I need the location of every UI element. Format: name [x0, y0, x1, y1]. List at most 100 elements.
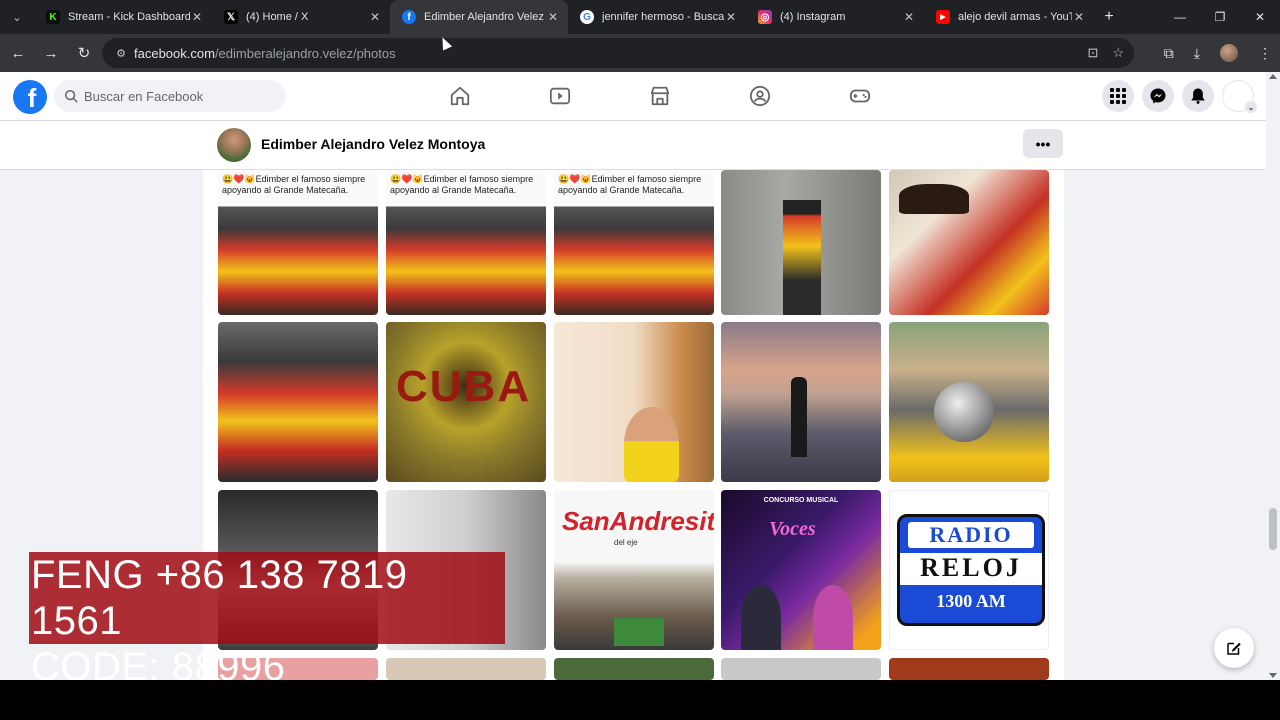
- close-icon[interactable]: ✕: [902, 10, 916, 24]
- photo-tile[interactable]: [889, 658, 1049, 680]
- watermark-overlay: FENG +86 138 7819 1561 CODE: 88996: [29, 552, 505, 689]
- tab-x[interactable]: 𝕏 (4) Home / X ✕: [212, 0, 390, 34]
- url-text[interactable]: facebook.com/edimberalejandro.velez/phot…: [134, 46, 396, 61]
- groups-icon: [749, 85, 771, 107]
- photo-tile[interactable]: 😃❤️😺Edimber el famoso siempre apoyando a…: [554, 170, 714, 315]
- browser-profile-avatar[interactable]: [1220, 44, 1238, 62]
- helmet-shape: [934, 382, 994, 442]
- photo-tile[interactable]: [721, 322, 881, 482]
- x-icon: 𝕏: [224, 10, 238, 24]
- singer-figure: [813, 585, 853, 650]
- photo-tile[interactable]: CONCURSO MUSICAL Voces: [721, 490, 881, 650]
- screen: ⌄ K Stream - Kick Dashboard ✕ 𝕏 (4) Home…: [0, 0, 1280, 720]
- marketplace-icon: [650, 86, 670, 106]
- scrollbar-thumb[interactable]: [1269, 508, 1277, 550]
- youtube-icon: ▶: [936, 10, 950, 24]
- photo-tile[interactable]: [721, 658, 881, 680]
- profile-sticky-header: Edimber Alejandro Velez Montoya •••: [0, 121, 1280, 170]
- google-icon: G: [580, 10, 594, 24]
- gaming-icon: [849, 89, 871, 103]
- site-info-icon[interactable]: ⚙: [108, 47, 134, 60]
- nav-groups[interactable]: [710, 72, 810, 120]
- url-host: facebook.com: [134, 45, 215, 61]
- photo-tile[interactable]: [889, 322, 1049, 482]
- photo-tile[interactable]: [721, 170, 881, 315]
- photo-tile[interactable]: RADIO RELOJ 1300 AM: [889, 490, 1049, 650]
- close-icon[interactable]: ✕: [368, 10, 382, 24]
- reload-icon[interactable]: ↻: [69, 38, 99, 68]
- nav-video[interactable]: [510, 72, 610, 120]
- tab-title: (4) Home / X: [246, 11, 309, 23]
- profile-name[interactable]: Edimber Alejandro Velez Montoya: [261, 136, 485, 152]
- scroll-up-arrow-icon[interactable]: [1269, 74, 1277, 79]
- video-icon: [549, 87, 571, 105]
- facebook-logo-icon[interactable]: f: [13, 80, 47, 114]
- address-bar[interactable]: ⚙ facebook.com/edimberalejandro.velez/ph…: [102, 38, 1134, 68]
- tab-youtube[interactable]: ▶ alejo devil armas - YouTub ✕: [924, 0, 1094, 34]
- radio-logo-frame: RADIO RELOJ 1300 AM: [897, 514, 1045, 626]
- close-icon[interactable]: ✕: [1072, 10, 1086, 24]
- photo-poster-title: CONCURSO MUSICAL: [763, 497, 839, 504]
- photo-caption: 😃❤️😺Edimber el famoso siempre apoyando a…: [558, 174, 702, 195]
- url-path: /edimberalejandro.velez/photos: [214, 45, 396, 61]
- photo-tile[interactable]: 😃❤️😺Edimber el famoso siempre apoyando a…: [218, 170, 378, 315]
- photo-tile[interactable]: [554, 322, 714, 482]
- search-input[interactable]: [84, 88, 274, 104]
- search-box[interactable]: [54, 80, 286, 112]
- close-icon[interactable]: ✕: [724, 10, 738, 24]
- notifications-button[interactable]: [1182, 80, 1214, 112]
- menu-grid-button[interactable]: [1102, 80, 1134, 112]
- back-arrow-icon[interactable]: ←: [3, 38, 33, 68]
- photo-tile[interactable]: 😃❤️😺Edimber el famoso siempre apoyando a…: [386, 170, 546, 315]
- photo-tile[interactable]: [554, 658, 714, 680]
- tab-google[interactable]: G jennifer hermoso - Buscar ✕: [568, 0, 746, 34]
- photo-caption: 😃❤️😺Edimber el famoso siempre apoyando a…: [222, 174, 366, 195]
- tab-kick[interactable]: K Stream - Kick Dashboard ✕: [34, 0, 212, 34]
- new-tab-button[interactable]: +: [1094, 0, 1124, 34]
- more-options-button[interactable]: •••: [1023, 129, 1063, 158]
- scroll-down-arrow-icon[interactable]: [1269, 673, 1277, 678]
- grid-menu-icon: [1110, 88, 1126, 104]
- account-avatar[interactable]: ⌄: [1222, 80, 1257, 113]
- photo-tile[interactable]: CUBA: [386, 322, 546, 482]
- nav-home[interactable]: [410, 72, 510, 120]
- browser-toolbar: ← → ↻ ⚙ facebook.com/edimberalejandro.ve…: [0, 34, 1280, 72]
- tab-strip: ⌄ K Stream - Kick Dashboard ✕ 𝕏 (4) Home…: [0, 0, 1280, 34]
- tab-instagram[interactable]: ◎ (4) Instagram ✕: [746, 0, 924, 34]
- bookmark-star-icon[interactable]: ☆: [1112, 45, 1124, 61]
- install-app-icon[interactable]: ⊡: [1087, 45, 1098, 61]
- download-icon[interactable]: ⤓: [1194, 45, 1200, 62]
- new-message-button[interactable]: [1214, 628, 1254, 668]
- close-icon[interactable]: ✕: [546, 10, 560, 24]
- tab-title: alejo devil armas - YouTub: [958, 11, 1072, 23]
- nav-marketplace[interactable]: [610, 72, 710, 120]
- nav-gaming[interactable]: [810, 72, 910, 120]
- photo-tile[interactable]: [889, 170, 1049, 315]
- photo-tile[interactable]: SanAndresito del eje: [554, 490, 714, 650]
- messenger-button[interactable]: [1142, 80, 1174, 112]
- minimize-icon[interactable]: —: [1160, 0, 1200, 34]
- radio-logo-mid: RELOJ: [900, 553, 1042, 585]
- extensions-icon[interactable]: ⧉: [1164, 45, 1174, 62]
- radio-logo-top: RADIO: [908, 522, 1034, 548]
- photo-wall-text: CUBA: [396, 362, 532, 411]
- search-icon: [64, 89, 78, 103]
- close-window-icon[interactable]: ✕: [1240, 0, 1280, 34]
- toolbar-actions: ⧉ ⤓ ⋮: [1164, 34, 1272, 72]
- bottom-black-bar: [0, 680, 1280, 720]
- page-scrollbar[interactable]: [1266, 72, 1280, 680]
- tab-search-chevron-icon[interactable]: ⌄: [0, 0, 34, 34]
- close-icon[interactable]: ✕: [190, 10, 204, 24]
- bell-icon: [1191, 88, 1205, 104]
- hat-shape: [899, 184, 969, 214]
- facebook-icon: f: [402, 10, 416, 24]
- tab-title: Stream - Kick Dashboard: [68, 11, 190, 23]
- browser-menu-icon[interactable]: ⋮: [1258, 45, 1272, 62]
- restore-icon[interactable]: ❐: [1200, 0, 1240, 34]
- person-figure: [624, 407, 679, 482]
- tab-facebook[interactable]: f Edimber Alejandro Velez M ✕: [390, 0, 568, 34]
- photo-tile[interactable]: [218, 322, 378, 482]
- forward-arrow-icon[interactable]: →: [36, 38, 66, 68]
- tab-title: jennifer hermoso - Buscar: [602, 11, 724, 23]
- profile-avatar[interactable]: [217, 128, 251, 162]
